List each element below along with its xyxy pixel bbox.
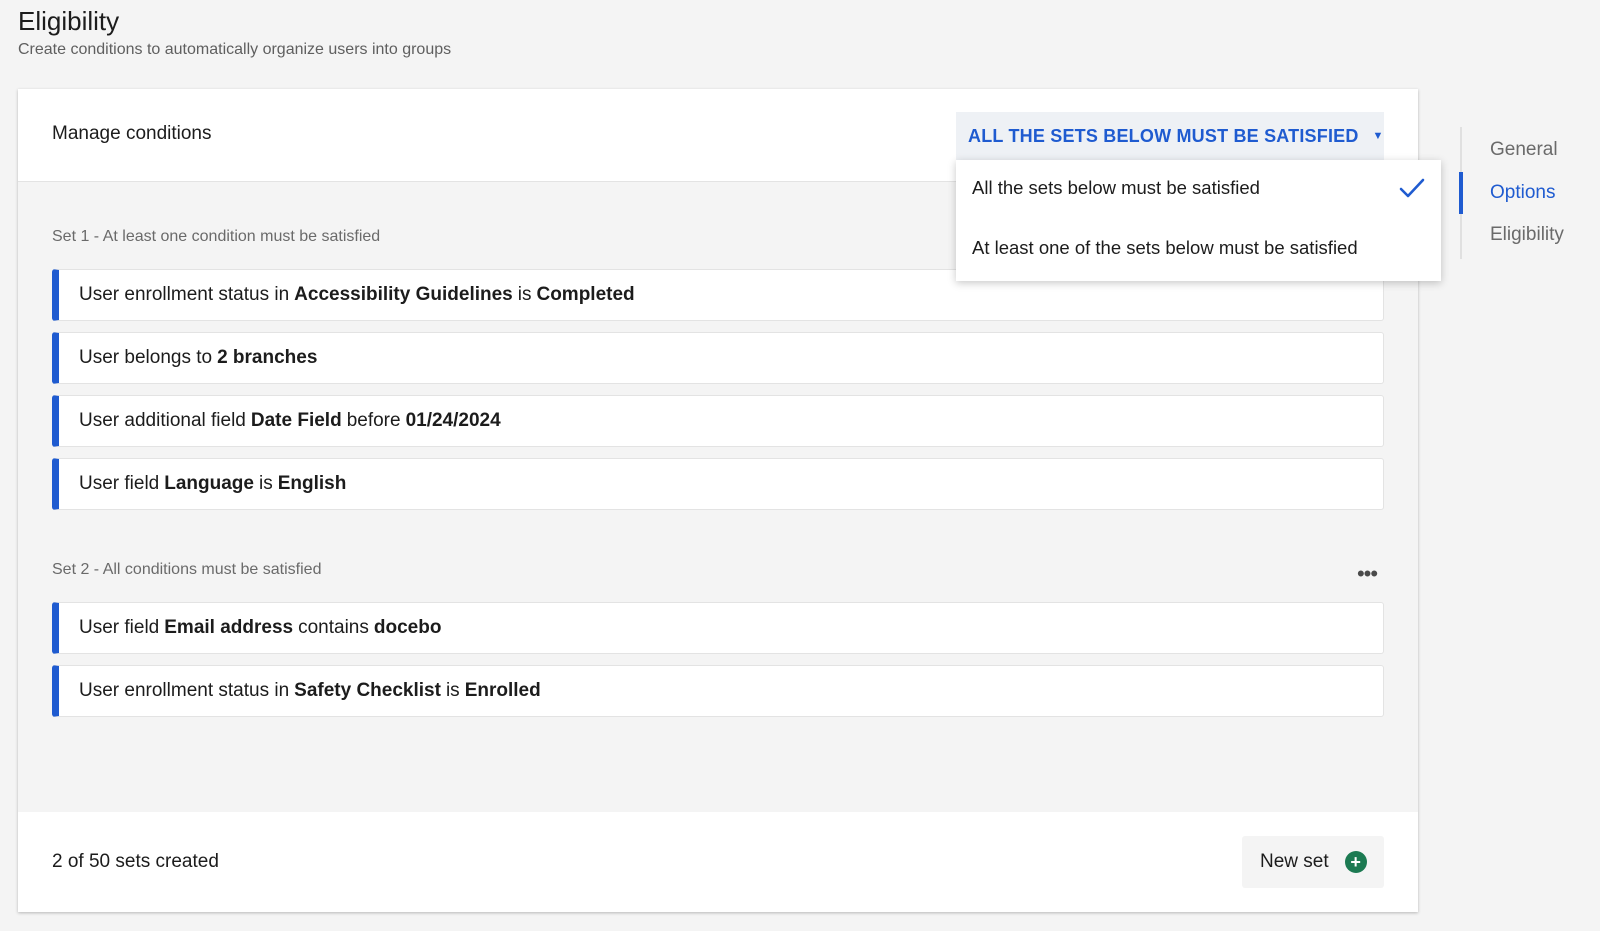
side-nav-item-eligibility[interactable]: Eligibility bbox=[1490, 224, 1564, 246]
side-nav-active-indicator bbox=[1459, 172, 1463, 214]
condition-text: User enrollment status in bbox=[79, 284, 290, 305]
set-2-label: Set 2 - All conditions must be satisfied bbox=[52, 561, 322, 578]
side-nav-item-general[interactable]: General bbox=[1490, 139, 1558, 161]
side-nav-item-options[interactable]: Options bbox=[1490, 182, 1555, 204]
sets-count: 2 of 50 sets created bbox=[52, 851, 219, 872]
manage-conditions-title: Manage conditions bbox=[52, 123, 212, 144]
page-title: Eligibility bbox=[18, 6, 120, 36]
set-1-label: Set 1 - At least one condition must be s… bbox=[52, 228, 381, 245]
condition-subject: Language bbox=[164, 473, 254, 494]
page-subtitle: Create conditions to automatically organ… bbox=[18, 41, 452, 58]
condition-subject: Email address bbox=[164, 617, 294, 638]
conditions-card-footer: 2 of 50 sets created New set + bbox=[18, 812, 1418, 912]
condition-text: User field bbox=[79, 617, 160, 638]
side-nav: General Options Eligibility bbox=[1459, 127, 1580, 259]
condition-text: User additional field bbox=[79, 410, 246, 431]
condition-value: Completed bbox=[536, 284, 635, 305]
condition-text: User belongs to bbox=[79, 347, 213, 368]
mode-option-at-least-one[interactable]: At least one of the sets below must be s… bbox=[972, 237, 1358, 259]
set-2-condition-2[interactable]: User enrollment status in Safety Checkli… bbox=[52, 665, 1384, 717]
sets-mode-select-value: ALL THE SETS BELOW MUST BE SATISFIED bbox=[968, 125, 1359, 146]
condition-operator: is bbox=[258, 473, 273, 494]
condition-text: User field bbox=[79, 473, 160, 494]
condition-value: Enrolled bbox=[464, 680, 541, 701]
condition-subject: Accessibility Guidelines bbox=[294, 284, 513, 305]
condition-subject: Safety Checklist bbox=[294, 680, 441, 701]
condition-operator: is bbox=[445, 680, 460, 701]
condition-operator: before bbox=[346, 410, 401, 431]
check-icon bbox=[1399, 177, 1425, 204]
chevron-down-icon: ▼ bbox=[1372, 130, 1384, 142]
condition-text: User enrollment status in bbox=[79, 680, 290, 701]
sets-mode-select[interactable]: ALL THE SETS BELOW MUST BE SATISFIED ▼ bbox=[956, 112, 1384, 160]
set-1-condition-3[interactable]: User additional field Date Field before … bbox=[52, 395, 1384, 447]
new-set-label: New set bbox=[1260, 851, 1329, 872]
set-2-more-button[interactable]: ••• bbox=[1352, 561, 1382, 586]
set-1-condition-4[interactable]: User field Language is English bbox=[52, 458, 1384, 510]
set-1-condition-2[interactable]: User belongs to 2 branches bbox=[52, 332, 1384, 384]
condition-value: 01/24/2024 bbox=[405, 410, 501, 431]
more-horizontal-icon: ••• bbox=[1356, 561, 1378, 586]
condition-value: docebo bbox=[373, 617, 442, 638]
condition-operator: is bbox=[517, 284, 532, 305]
condition-operator: contains bbox=[298, 617, 369, 638]
plus-circle-icon: + bbox=[1344, 851, 1367, 873]
condition-subject: Date Field bbox=[250, 410, 342, 431]
mode-option-all[interactable]: All the sets below must be satisfied bbox=[972, 177, 1260, 199]
set-2-condition-1[interactable]: User field Email address contains docebo bbox=[52, 602, 1384, 654]
condition-subject: 2 branches bbox=[217, 347, 318, 368]
new-set-button[interactable]: New set + bbox=[1242, 836, 1384, 888]
sets-mode-dropdown: All the sets below must be satisfied At … bbox=[956, 160, 1441, 281]
condition-value: English bbox=[277, 473, 347, 494]
